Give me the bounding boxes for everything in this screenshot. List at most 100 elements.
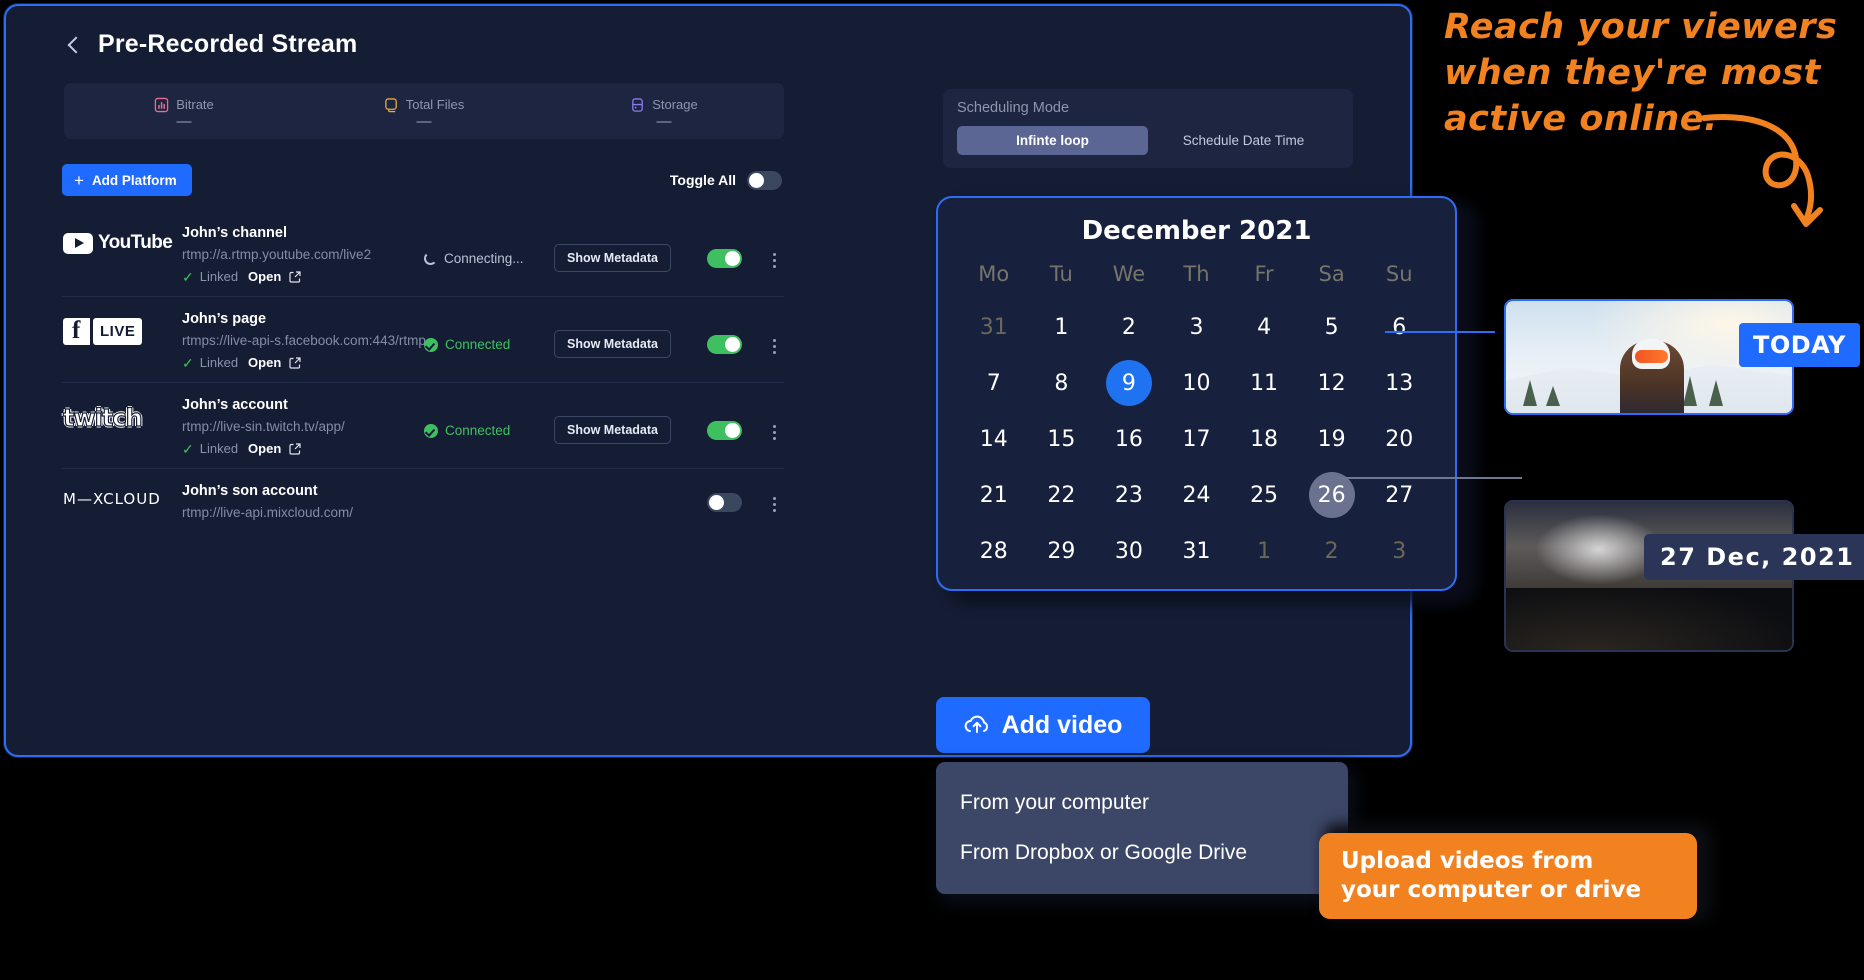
calendar-weekday: Su <box>1385 262 1413 286</box>
mixcloud-logo-text: M—XCLOUD <box>63 490 161 508</box>
chevron-left-icon[interactable] <box>64 35 84 55</box>
calendar-day[interactable]: 8 <box>1028 358 1096 408</box>
curved-arrow-icon <box>1701 114 1823 227</box>
status-badge <box>437 483 567 493</box>
calendar-day[interactable]: 17 <box>1163 414 1231 464</box>
platform-name: John’s account <box>182 397 288 413</box>
calendar-day[interactable]: 20 <box>1365 414 1433 464</box>
platform-toggle[interactable] <box>707 335 742 354</box>
calendar-day[interactable]: 5 <box>1298 302 1366 352</box>
more-options-icon[interactable] <box>764 419 784 445</box>
table-row: M—XCLOUD John’s son account rtmp://live-… <box>62 468 784 539</box>
calendar-day[interactable]: 21 <box>960 470 1028 520</box>
toggle-all-switch[interactable] <box>747 170 782 190</box>
more-options-icon[interactable] <box>764 247 784 273</box>
calendar-day[interactable]: 29 <box>1028 526 1096 576</box>
check-icon: ✓ <box>182 268 194 285</box>
calendar-day[interactable]: 2 <box>1298 526 1366 576</box>
platform-name: John’s page <box>182 311 267 327</box>
status-text: Connected <box>445 423 511 438</box>
page-header: Pre-Recorded Stream <box>6 6 1410 59</box>
calendar-day[interactable]: 25 <box>1230 470 1298 520</box>
platform-url: rtmp://live-api.mixcloud.com/ <box>182 505 354 520</box>
more-options-icon[interactable] <box>764 491 784 517</box>
screenshot-root: Pre-Recorded Stream Bitrate — Total File… <box>0 0 1864 980</box>
calendar-day[interactable]: 19 <box>1298 414 1366 464</box>
external-link-icon[interactable] <box>289 442 301 455</box>
calendar-day[interactable]: 13 <box>1365 358 1433 408</box>
calendar-weekday: Sa <box>1318 262 1345 286</box>
platform-url: rtmps://live-api-s.facebook.com:443/rtmp <box>182 333 426 348</box>
tab-infinite-loop[interactable]: Infinte loop <box>957 126 1148 155</box>
linked-row: ✓ Linked Open <box>182 269 424 284</box>
add-platform-button[interactable]: + Add Platform <box>62 164 192 196</box>
platform-name: John’s son account <box>182 483 318 499</box>
linked-label: Linked <box>199 441 239 456</box>
calendar-day[interactable]: 22 <box>1028 470 1096 520</box>
check-circle-icon <box>424 337 438 352</box>
external-link-icon[interactable] <box>289 356 301 369</box>
open-link[interactable]: Open <box>248 441 281 456</box>
calendar-day[interactable]: 11 <box>1230 358 1298 408</box>
check-icon: ✓ <box>182 440 194 457</box>
platform-name: John’s channel <box>182 225 288 241</box>
stats-bar: Bitrate — Total Files — Storage — <box>64 83 784 139</box>
calendar-day[interactable]: 7 <box>960 358 1028 408</box>
open-link[interactable]: Open <box>248 269 281 284</box>
calendar-day[interactable]: 23 <box>1095 470 1163 520</box>
calendar-day[interactable]: 10 <box>1163 358 1231 408</box>
add-video-button[interactable]: Add video <box>936 697 1150 753</box>
calendar-day[interactable]: 14 <box>960 414 1028 464</box>
calendar-day[interactable]: 6 <box>1365 302 1433 352</box>
external-link-icon[interactable] <box>289 270 301 283</box>
show-metadata-button[interactable]: Show Metadata <box>554 416 671 444</box>
platform-toggle[interactable] <box>707 493 742 512</box>
platform-toggle[interactable] <box>707 249 742 268</box>
show-metadata-button[interactable]: Show Metadata <box>554 330 671 358</box>
status-badge: Connected <box>424 311 554 352</box>
handwritten-line1: Reach your viewers <box>1444 7 1838 47</box>
calendar-day[interactable]: 3 <box>1163 302 1231 352</box>
calendar-day[interactable]: 3 <box>1365 526 1433 576</box>
calendar-day[interactable]: 16 <box>1095 414 1163 464</box>
show-metadata-button[interactable]: Show Metadata <box>554 244 671 272</box>
status-badge: Connected <box>424 397 554 438</box>
page-title: Pre-Recorded Stream <box>98 30 358 58</box>
calendar-day[interactable]: 2 <box>1095 302 1163 352</box>
storage-icon <box>632 97 644 112</box>
status-badge-date: 27 Dec, 2021 <box>1644 534 1864 580</box>
calendar-day[interactable]: 4 <box>1230 302 1298 352</box>
calendar-weekday: Mo <box>978 262 1010 286</box>
toggle-all-label: Toggle All <box>669 172 736 188</box>
status-badge-today: TODAY <box>1739 323 1860 367</box>
twitch-logo: twitch <box>62 397 180 432</box>
calendar-day[interactable]: 31 <box>1163 526 1231 576</box>
stat-value: — <box>416 112 432 130</box>
platform-toggle[interactable] <box>707 421 742 440</box>
menu-item-from-cloud[interactable]: From Dropbox or Google Drive <box>936 828 1348 878</box>
calendar-day[interactable]: 1 <box>1230 526 1298 576</box>
calendar-day[interactable]: 30 <box>1095 526 1163 576</box>
menu-item-from-computer[interactable]: From your computer <box>936 778 1348 828</box>
calendar-day[interactable]: 24 <box>1163 470 1231 520</box>
more-options-icon[interactable] <box>764 333 784 359</box>
calendar-day[interactable]: 1 <box>1028 302 1096 352</box>
open-link[interactable]: Open <box>248 355 281 370</box>
calendar-day[interactable]: 31 <box>960 302 1028 352</box>
calendar-day-selected[interactable]: 9 <box>1095 358 1163 408</box>
calendar-day[interactable]: 28 <box>960 526 1028 576</box>
tab-schedule-date-time[interactable]: Schedule Date Time <box>1148 126 1339 155</box>
spinner-icon <box>424 252 437 265</box>
linked-label: Linked <box>199 355 239 370</box>
stat-value: — <box>176 112 192 130</box>
calendar-day[interactable]: 18 <box>1230 414 1298 464</box>
calendar-day[interactable]: 15 <box>1028 414 1096 464</box>
upload-tooltip-line1: Upload videos from <box>1341 848 1594 874</box>
add-video-label: Add video <box>1001 710 1123 739</box>
youtube-logo-text: YouTube <box>98 232 173 253</box>
calendar-weekday: We <box>1112 262 1146 286</box>
files-icon <box>384 97 397 112</box>
stat-value: — <box>656 112 672 130</box>
linked-row: ✓ Linked Open <box>182 441 424 456</box>
calendar-day[interactable]: 12 <box>1298 358 1366 408</box>
